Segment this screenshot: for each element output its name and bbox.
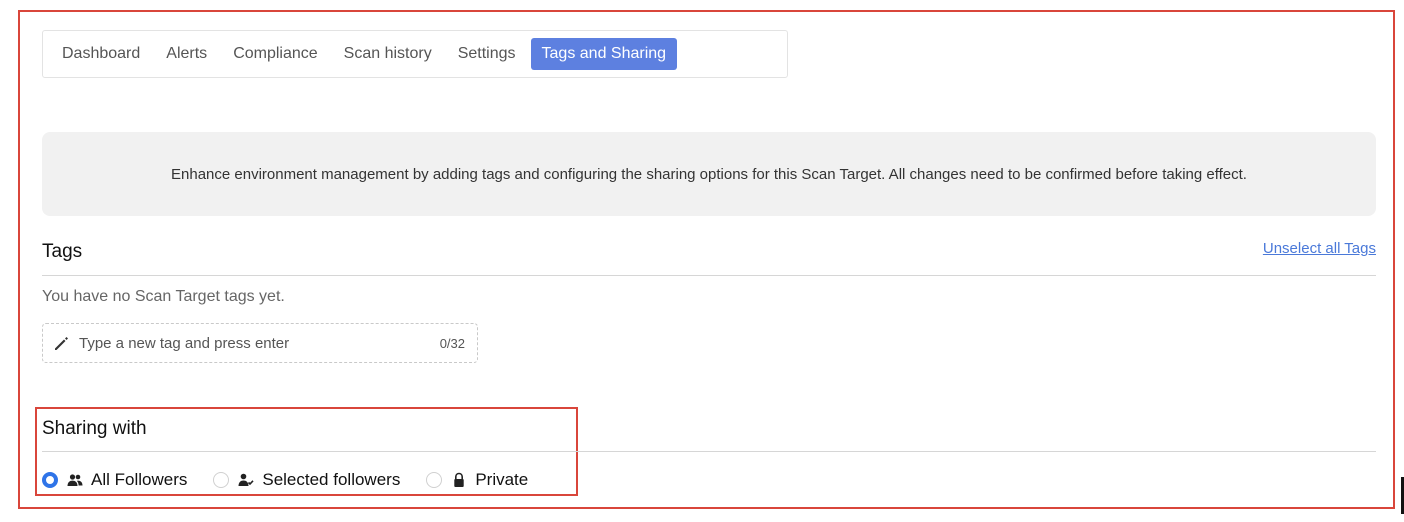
sharing-option-private[interactable]: Private [426, 470, 528, 490]
tab-dashboard[interactable]: Dashboard [51, 38, 151, 70]
radio-selected-followers[interactable] [213, 472, 230, 488]
info-text: Enhance environment management by adding… [171, 165, 1247, 183]
tag-input[interactable] [79, 334, 440, 352]
unselect-all-tags-link[interactable]: Unselect all Tags [1263, 240, 1376, 257]
tab-compliance[interactable]: Compliance [222, 38, 328, 70]
group-icon [67, 474, 83, 486]
tab-scan-history[interactable]: Scan history [333, 38, 443, 70]
tags-divider [42, 275, 1376, 276]
no-tags-message: You have no Scan Target tags yet. [42, 288, 285, 305]
tag-char-counter: 0/32 [439, 335, 465, 351]
tag-input-field[interactable]: 0/32 [42, 323, 478, 363]
sharing-option-all-followers[interactable]: All Followers [42, 470, 187, 490]
sharing-option-selected-followers[interactable]: Selected followers [213, 470, 400, 490]
all-followers-label: All Followers [91, 470, 188, 489]
tab-settings[interactable]: Settings [447, 38, 527, 70]
user-check-icon [238, 473, 254, 486]
tags-section-title: Tags [42, 241, 83, 262]
info-banner: Enhance environment management by adding… [42, 132, 1376, 216]
tab-bar: Dashboard Alerts Compliance Scan history… [42, 30, 788, 78]
lock-icon [454, 472, 465, 487]
private-label: Private [475, 470, 529, 489]
selected-followers-label: Selected followers [262, 470, 401, 489]
tab-tags-and-sharing[interactable]: Tags and Sharing [530, 38, 678, 70]
radio-all-followers[interactable] [42, 472, 58, 488]
sharing-divider [42, 451, 1376, 452]
sharing-section-title: Sharing with [42, 418, 147, 439]
radio-private[interactable] [426, 472, 443, 488]
tab-alerts[interactable]: Alerts [155, 38, 218, 70]
sharing-options: All Followers Selected followers Private [42, 467, 554, 493]
pencil-icon [55, 337, 68, 350]
